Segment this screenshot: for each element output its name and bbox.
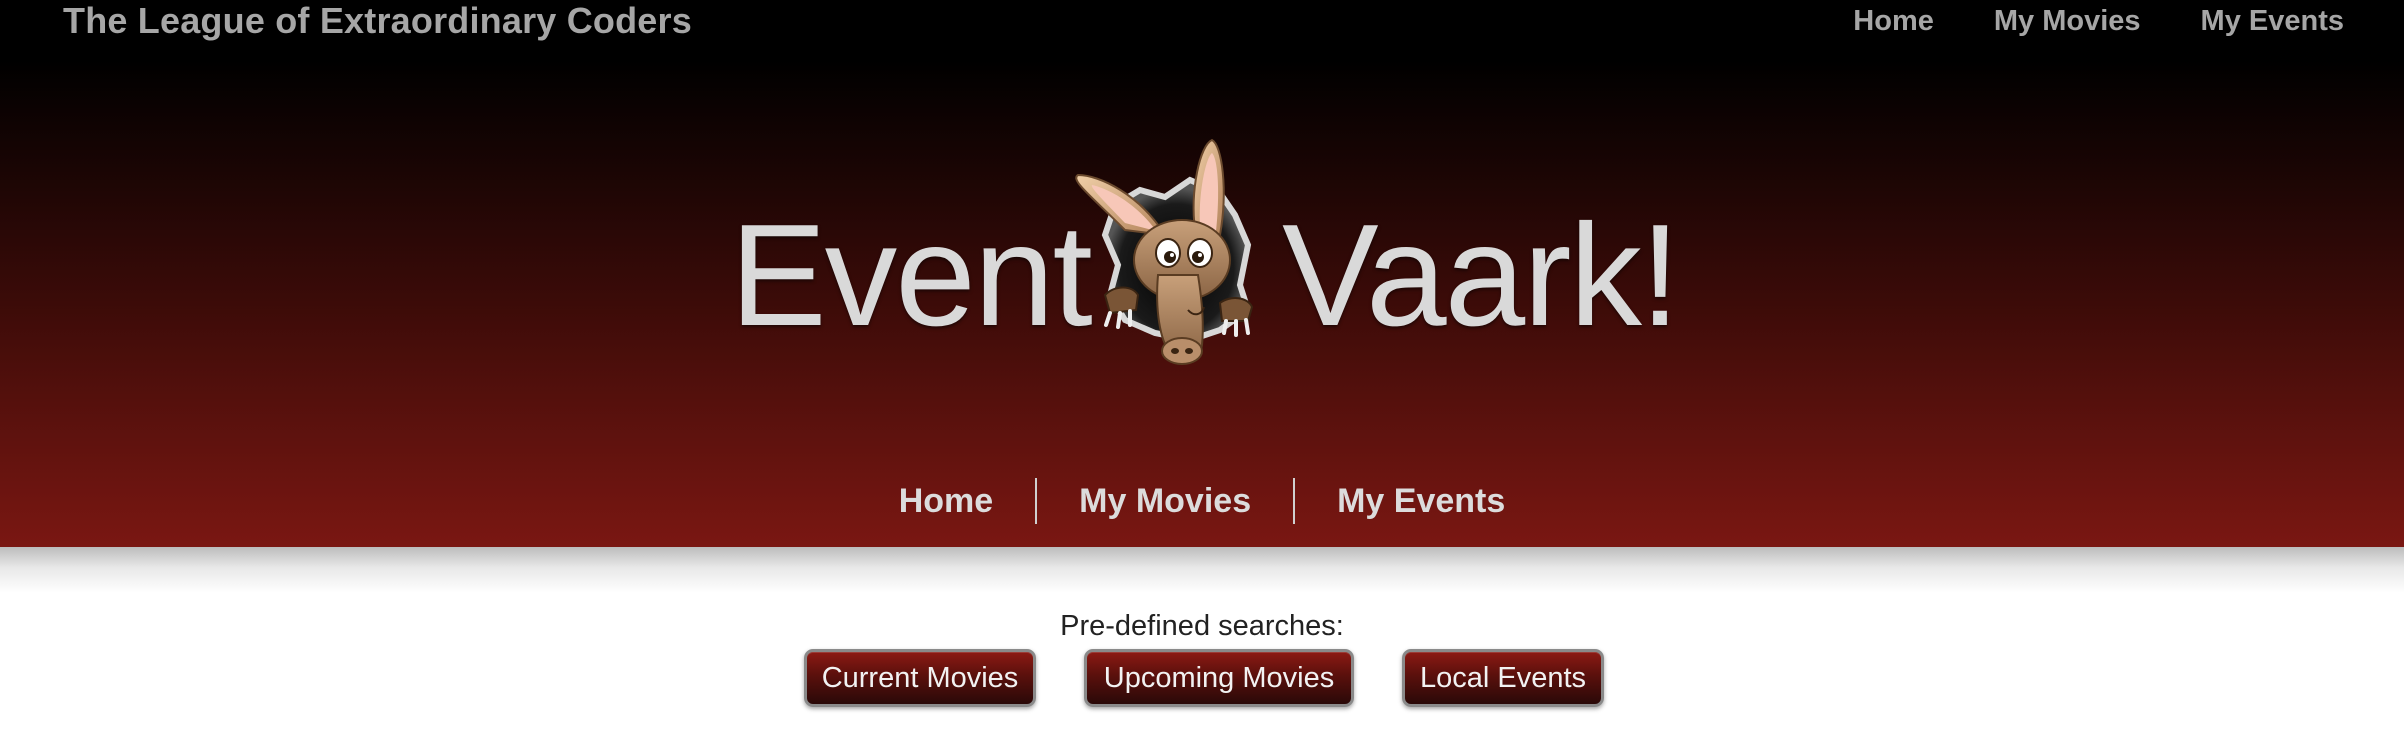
page: The League of Extraordinary Coders Home …	[0, 0, 2404, 742]
top-nav: Home My Movies My Events	[1853, 0, 2344, 42]
main-nav-home-link[interactable]: Home	[857, 474, 1035, 528]
predefined-searches-label: Pre-defined searches:	[1060, 610, 1344, 642]
search-button-row: Current Movies Upcoming Movies Local Eve…	[0, 649, 2404, 713]
hero-shadow	[0, 547, 2404, 593]
brand-logo: Event Vaark!	[0, 138, 2404, 380]
top-nav-my-movies-link[interactable]: My Movies	[1994, 5, 2141, 38]
brand-word-event: Event	[730, 194, 1093, 356]
predefined-searches: Pre-defined searches: Current Movies Upc…	[0, 606, 2404, 707]
top-nav-my-events-link[interactable]: My Events	[2201, 5, 2344, 38]
current-movies-button[interactable]: Current Movies	[804, 649, 1036, 707]
main-nav-my-events-link[interactable]: My Events	[1295, 474, 1547, 528]
main-nav: Home My Movies My Events	[0, 474, 2404, 528]
top-nav-home-link[interactable]: Home	[1853, 5, 1934, 38]
site-title[interactable]: The League of Extraordinary Coders	[63, 0, 692, 42]
brand-word-vaark: Vaark!	[1282, 194, 1680, 356]
local-events-button[interactable]: Local Events	[1402, 649, 1604, 707]
upcoming-movies-button[interactable]: Upcoming Movies	[1084, 649, 1354, 707]
main-nav-my-movies-link[interactable]: My Movies	[1037, 474, 1293, 528]
aardvark-mascot-icon	[1075, 138, 1254, 365]
